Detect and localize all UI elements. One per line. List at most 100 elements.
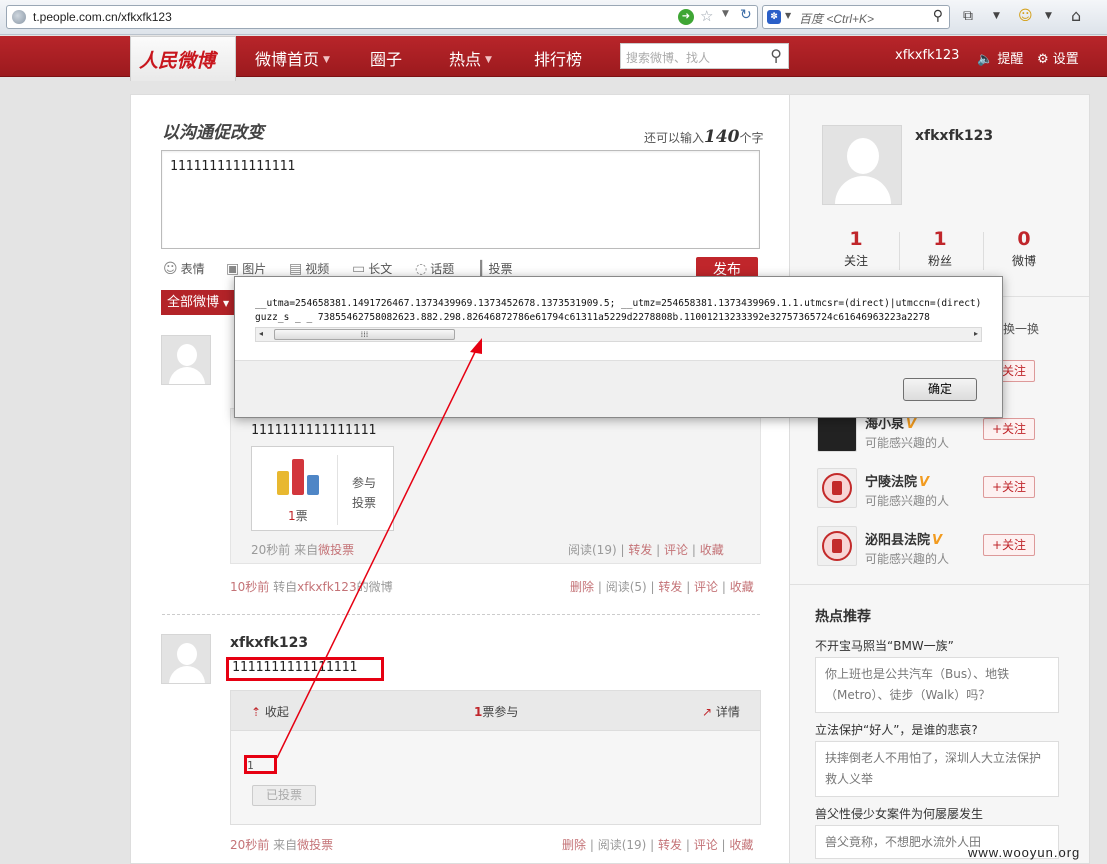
stat-following-count[interactable]: 1 [826, 228, 886, 250]
comment-link[interactable]: 评论 [664, 543, 688, 557]
tool-longtext-label: 长文 [368, 262, 393, 276]
meta-source[interactable]: 微投票 [318, 543, 354, 557]
hot-question[interactable]: 兽父性侵少女案件为何屡屡发生 [815, 805, 983, 822]
collapse-link[interactable]: ⇡ 收起 [251, 703, 289, 720]
ok-button[interactable]: 确定 [903, 378, 977, 401]
feed-filter-dropdown[interactable]: 全部微博 ▼ [161, 290, 237, 315]
change-batch-link[interactable]: 换一换 [1003, 320, 1039, 337]
tool-topic[interactable]: ◌ 话题 [415, 260, 454, 277]
search-icon[interactable]: ⚲ [770, 46, 782, 65]
detail-link[interactable]: ↗ 详情 [702, 703, 740, 720]
nav-home[interactable]: 微博首页 ▼ [255, 46, 330, 70]
stat-following-label[interactable]: 关注 [826, 252, 886, 269]
favorite-link[interactable]: 收藏 [729, 838, 753, 852]
bar-chart-icon: ┃ [477, 261, 486, 277]
forward-link[interactable]: 转发 [658, 838, 682, 852]
avatar[interactable] [817, 526, 857, 566]
hot-answer[interactable]: 扶摔倒老人不用怕了，深圳人大立法保护救人义举 [815, 741, 1059, 797]
arrow-up-icon: ⇡ [251, 705, 262, 719]
tool-video[interactable]: ▤ 视频 [289, 260, 329, 277]
hot-question[interactable]: 不开宝马照当“BMW一族” [815, 637, 954, 654]
chevron-down-icon: ▼ [223, 299, 230, 308]
forwarded-post-text: 1111111111111111 [251, 423, 377, 438]
remind-link[interactable]: 🔈 提醒 [977, 48, 1023, 67]
favorite-link[interactable]: 收藏 [730, 580, 754, 594]
hot-question[interactable]: 立法保护“好人”，是谁的悲哀? [815, 721, 978, 738]
meta-source[interactable]: 微投票 [297, 838, 333, 852]
tool-vote[interactable]: ┃ 投票 [477, 260, 512, 277]
avatar[interactable] [161, 634, 211, 684]
site-logo[interactable]: 人民微博 [130, 36, 236, 81]
stat-followers-label[interactable]: 粉丝 [910, 252, 970, 269]
browser-search-box[interactable]: ✽ ▼ 百度 <Ctrl+K> ⚲ [762, 5, 950, 29]
settings-link[interactable]: ⚙ 设置 [1037, 48, 1079, 67]
vote-count-unit: 票 [295, 509, 308, 523]
address-bar[interactable]: t.people.com.cn/xfkxfk123 ➜ ☆ ▼ ↻ [6, 5, 758, 29]
chevron-down-icon[interactable]: ▼ [722, 9, 729, 19]
tool-longtext[interactable]: ▭ 长文 [352, 260, 392, 277]
meta-time[interactable]: 10秒前 [230, 580, 269, 594]
delete-link[interactable]: 删除 [562, 838, 586, 852]
star-icon[interactable]: ☆ [700, 7, 713, 25]
participants: 1票参与 [474, 703, 518, 720]
comment-link[interactable]: 评论 [694, 838, 718, 852]
post-divider [162, 614, 760, 615]
comment-link[interactable]: 评论 [694, 580, 718, 594]
delete-link[interactable]: 删除 [570, 580, 594, 594]
search-icon[interactable]: ⚲ [933, 8, 943, 24]
recommend-name[interactable]: 泌阳县法院 V [865, 529, 942, 548]
composer-value[interactable]: 1111111111111111 [170, 159, 295, 174]
tool-image[interactable]: ▣ 图片 [226, 260, 266, 277]
stat-posts-count[interactable]: 0 [994, 228, 1054, 250]
profile-avatar[interactable] [822, 125, 902, 205]
tool-emoji[interactable]: ☺ 表情 [163, 260, 205, 277]
nav-ranking[interactable]: 排行榜 [534, 46, 582, 70]
favorite-link[interactable]: 收藏 [700, 543, 724, 557]
go-icon[interactable]: ➜ [678, 9, 694, 25]
meta-user-link[interactable]: xfkxfk123 [297, 580, 356, 594]
nav-circle[interactable]: 圈子 [370, 46, 402, 70]
screenshot-icon[interactable]: ⧉ [963, 8, 973, 24]
baidu-paw-icon[interactable]: ✽ [767, 10, 781, 24]
nav-circle-label: 圈子 [370, 50, 403, 69]
stat-posts-label[interactable]: 微博 [994, 252, 1054, 269]
header-username[interactable]: xfkxfk123 [895, 48, 959, 63]
join-vote-link[interactable]: 参与投票 [349, 473, 379, 513]
avatar[interactable] [161, 335, 211, 385]
chevron-down-icon[interactable]: ▼ [1045, 11, 1052, 21]
site-search-input[interactable]: 搜索微博、找人 ⚲ [620, 43, 789, 69]
avatar[interactable] [817, 468, 857, 508]
chevron-down-icon[interactable]: ▼ [993, 11, 1000, 21]
stat-followers-count[interactable]: 1 [910, 228, 970, 250]
follow-button[interactable]: +关注 [983, 476, 1035, 498]
speaker-icon: 🔈 [977, 52, 994, 67]
hot-answer[interactable]: 你上班也是公共汽车（Bus）、地铁（Metro）、徒步（Walk）吗？ [815, 657, 1059, 713]
recommend-name[interactable]: 宁陵法院 V [865, 471, 929, 490]
smiley-icon[interactable]: ☺ [1018, 8, 1033, 24]
chevron-down-icon[interactable]: ▼ [785, 11, 791, 20]
feed-filter-label: 全部微博 [167, 295, 220, 310]
meta-time[interactable]: 20秒前 [230, 838, 269, 852]
post-username[interactable]: xfkxfk123 [230, 635, 308, 651]
scroll-right-icon[interactable]: ▸ [974, 329, 978, 338]
profile-username[interactable]: xfkxfk123 [915, 128, 993, 144]
remain-count: 140 [704, 127, 740, 147]
home-icon[interactable]: ⌂ [1071, 6, 1081, 25]
avatar[interactable] [817, 412, 857, 452]
nav-hot[interactable]: 热点 ▼ [449, 46, 492, 70]
vote-card[interactable]: 1票 参与投票 [251, 446, 394, 531]
address-url[interactable]: t.people.com.cn/xfkxfk123 [33, 10, 172, 24]
post-meta: 20秒前 来自微投票 [230, 836, 333, 853]
forward-link[interactable]: 转发 [628, 543, 652, 557]
document-icon: ▭ [352, 261, 366, 277]
follow-button[interactable]: +关注 [983, 534, 1035, 556]
horizontal-scrollbar[interactable]: ◂ ⁞⁞⁞ ▸ [255, 327, 982, 342]
follow-button[interactable]: +关注 [983, 418, 1035, 440]
meta-time[interactable]: 20秒前 [251, 543, 290, 557]
scroll-left-icon[interactable]: ◂ [259, 329, 263, 338]
forward-link[interactable]: 转发 [658, 580, 682, 594]
recommend-sub: 可能感兴趣的人 [865, 436, 950, 450]
composer-textarea[interactable]: 1111111111111111 [161, 150, 760, 249]
reload-icon[interactable]: ↻ [740, 7, 752, 23]
scroll-thumb[interactable]: ⁞⁞⁞ [274, 329, 455, 340]
